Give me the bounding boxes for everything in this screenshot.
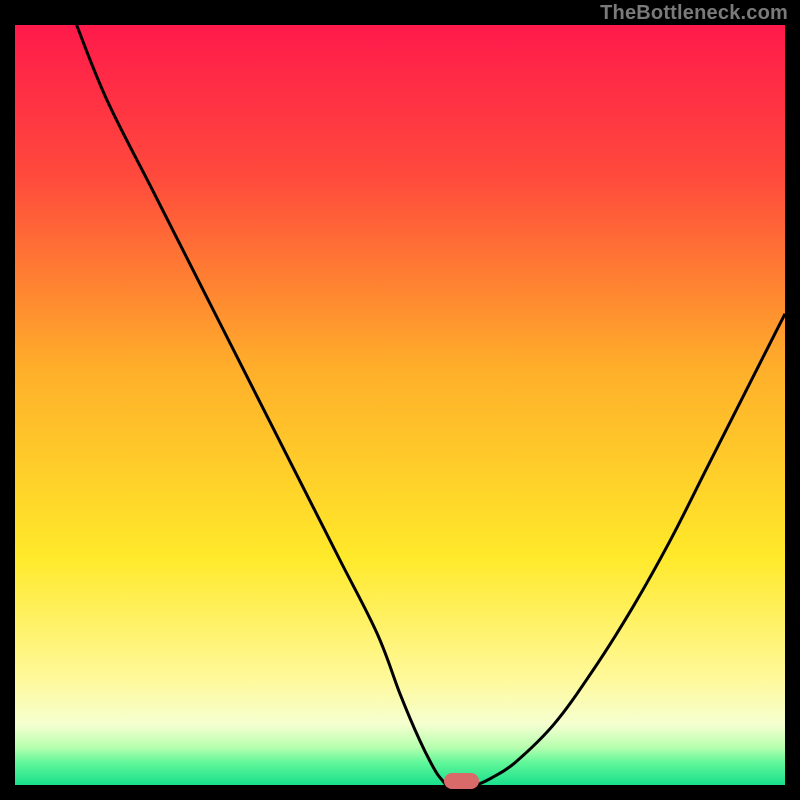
gradient-background	[15, 25, 785, 785]
optimal-marker	[444, 773, 479, 788]
watermark-text: TheBottleneck.com	[600, 2, 788, 25]
chart-frame	[15, 25, 785, 785]
bottleneck-chart	[15, 25, 785, 785]
